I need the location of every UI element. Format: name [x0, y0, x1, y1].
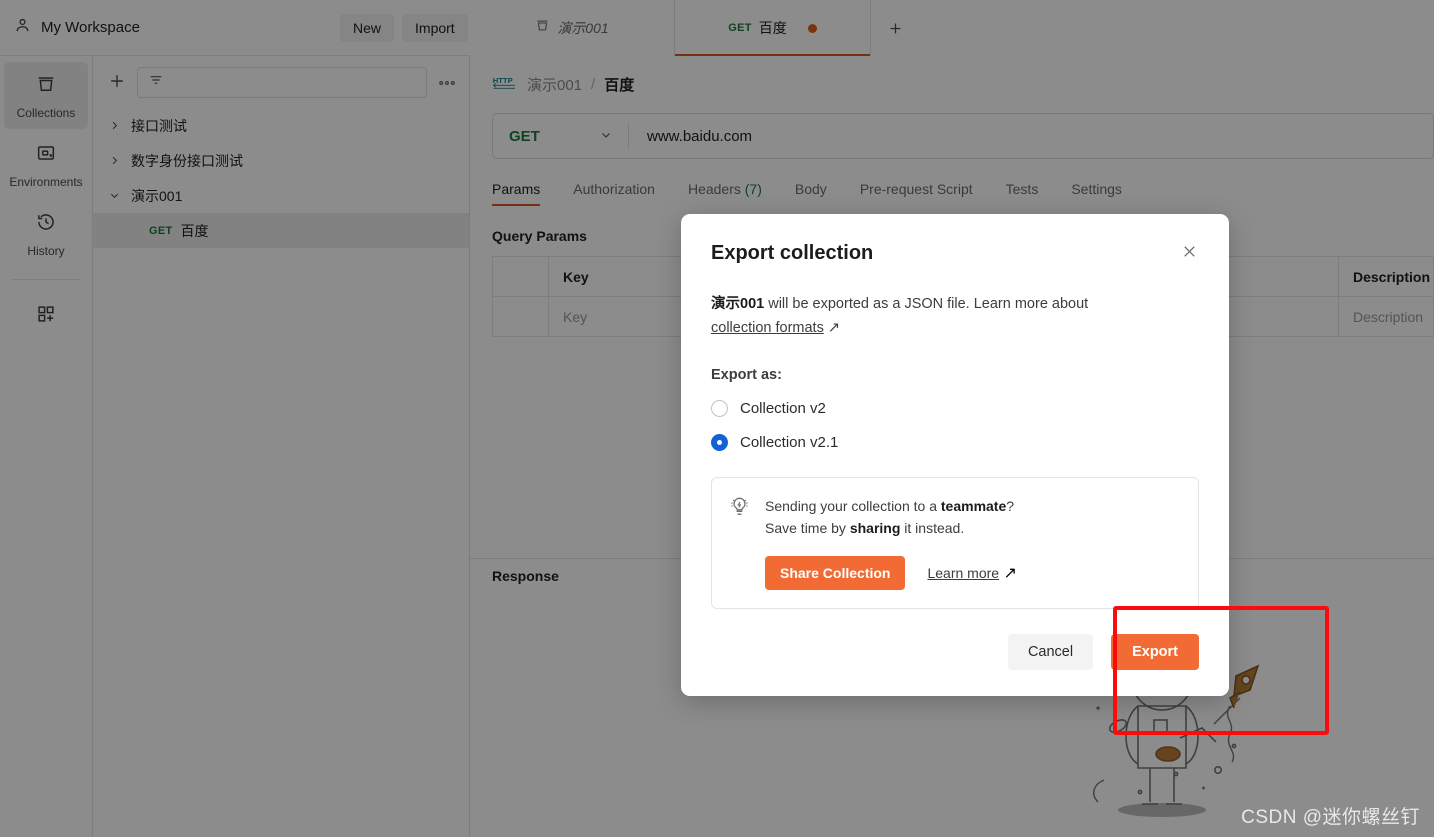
modal-title: Export collection: [711, 242, 874, 264]
radio-label: Collection v2: [740, 399, 826, 417]
modal-header: Export collection: [711, 242, 1199, 265]
learn-more-link-wrap[interactable]: Learn more ↗: [927, 563, 1016, 583]
collection-formats-link[interactable]: collection formats: [711, 320, 824, 336]
radio-button[interactable]: [711, 399, 728, 417]
modal-footer: Cancel Export: [1007, 634, 1199, 670]
tip-line1-bold: teammate: [940, 497, 1007, 514]
export-collection-modal: Export collection 演示001 will be exported…: [681, 214, 1229, 696]
share-tip-text: Sending your collection to a teammate? S…: [765, 495, 1180, 540]
radio-label: Collection v2.1: [740, 433, 839, 451]
postman-app-window: My Workspace New Import 演示001 GET 百度 Col…: [0, 0, 1434, 837]
radio-option-collection-v2[interactable]: Collection v2: [711, 399, 1199, 417]
external-link-arrow-icon: ↗: [827, 320, 841, 337]
learn-more-link[interactable]: Learn more: [927, 565, 999, 581]
tip-line2-pre: Save time by: [765, 520, 850, 537]
export-as-label: Export as:: [711, 366, 782, 383]
lightbulb-icon: [728, 495, 751, 590]
share-tip-box: Sending your collection to a teammate? S…: [711, 476, 1199, 609]
modal-description: 演示001 will be exported as a JSON file. L…: [711, 292, 1131, 341]
watermark: CSDN @迷你螺丝钉: [1241, 807, 1420, 828]
modal-description-text: will be exported as a JSON file. Learn m…: [764, 296, 1089, 312]
export-button[interactable]: Export: [1111, 634, 1199, 670]
external-link-arrow-icon: ↗: [1003, 564, 1017, 582]
share-collection-button[interactable]: Share Collection: [765, 555, 906, 590]
tip-line2-bold: sharing: [849, 520, 901, 537]
modal-description-collection: 演示001: [711, 296, 765, 312]
cancel-button[interactable]: Cancel: [1007, 634, 1094, 670]
radio-button-selected[interactable]: [711, 433, 728, 451]
tip-line2-post: it instead.: [900, 520, 965, 537]
tip-line1-pre: Sending your collection to a: [765, 497, 941, 514]
tip-line1-post: ?: [1006, 497, 1015, 514]
close-icon[interactable]: [1180, 242, 1199, 265]
radio-option-collection-v21[interactable]: Collection v2.1: [711, 433, 1199, 451]
share-tip-actions: Share Collection Learn more ↗: [765, 555, 1180, 590]
